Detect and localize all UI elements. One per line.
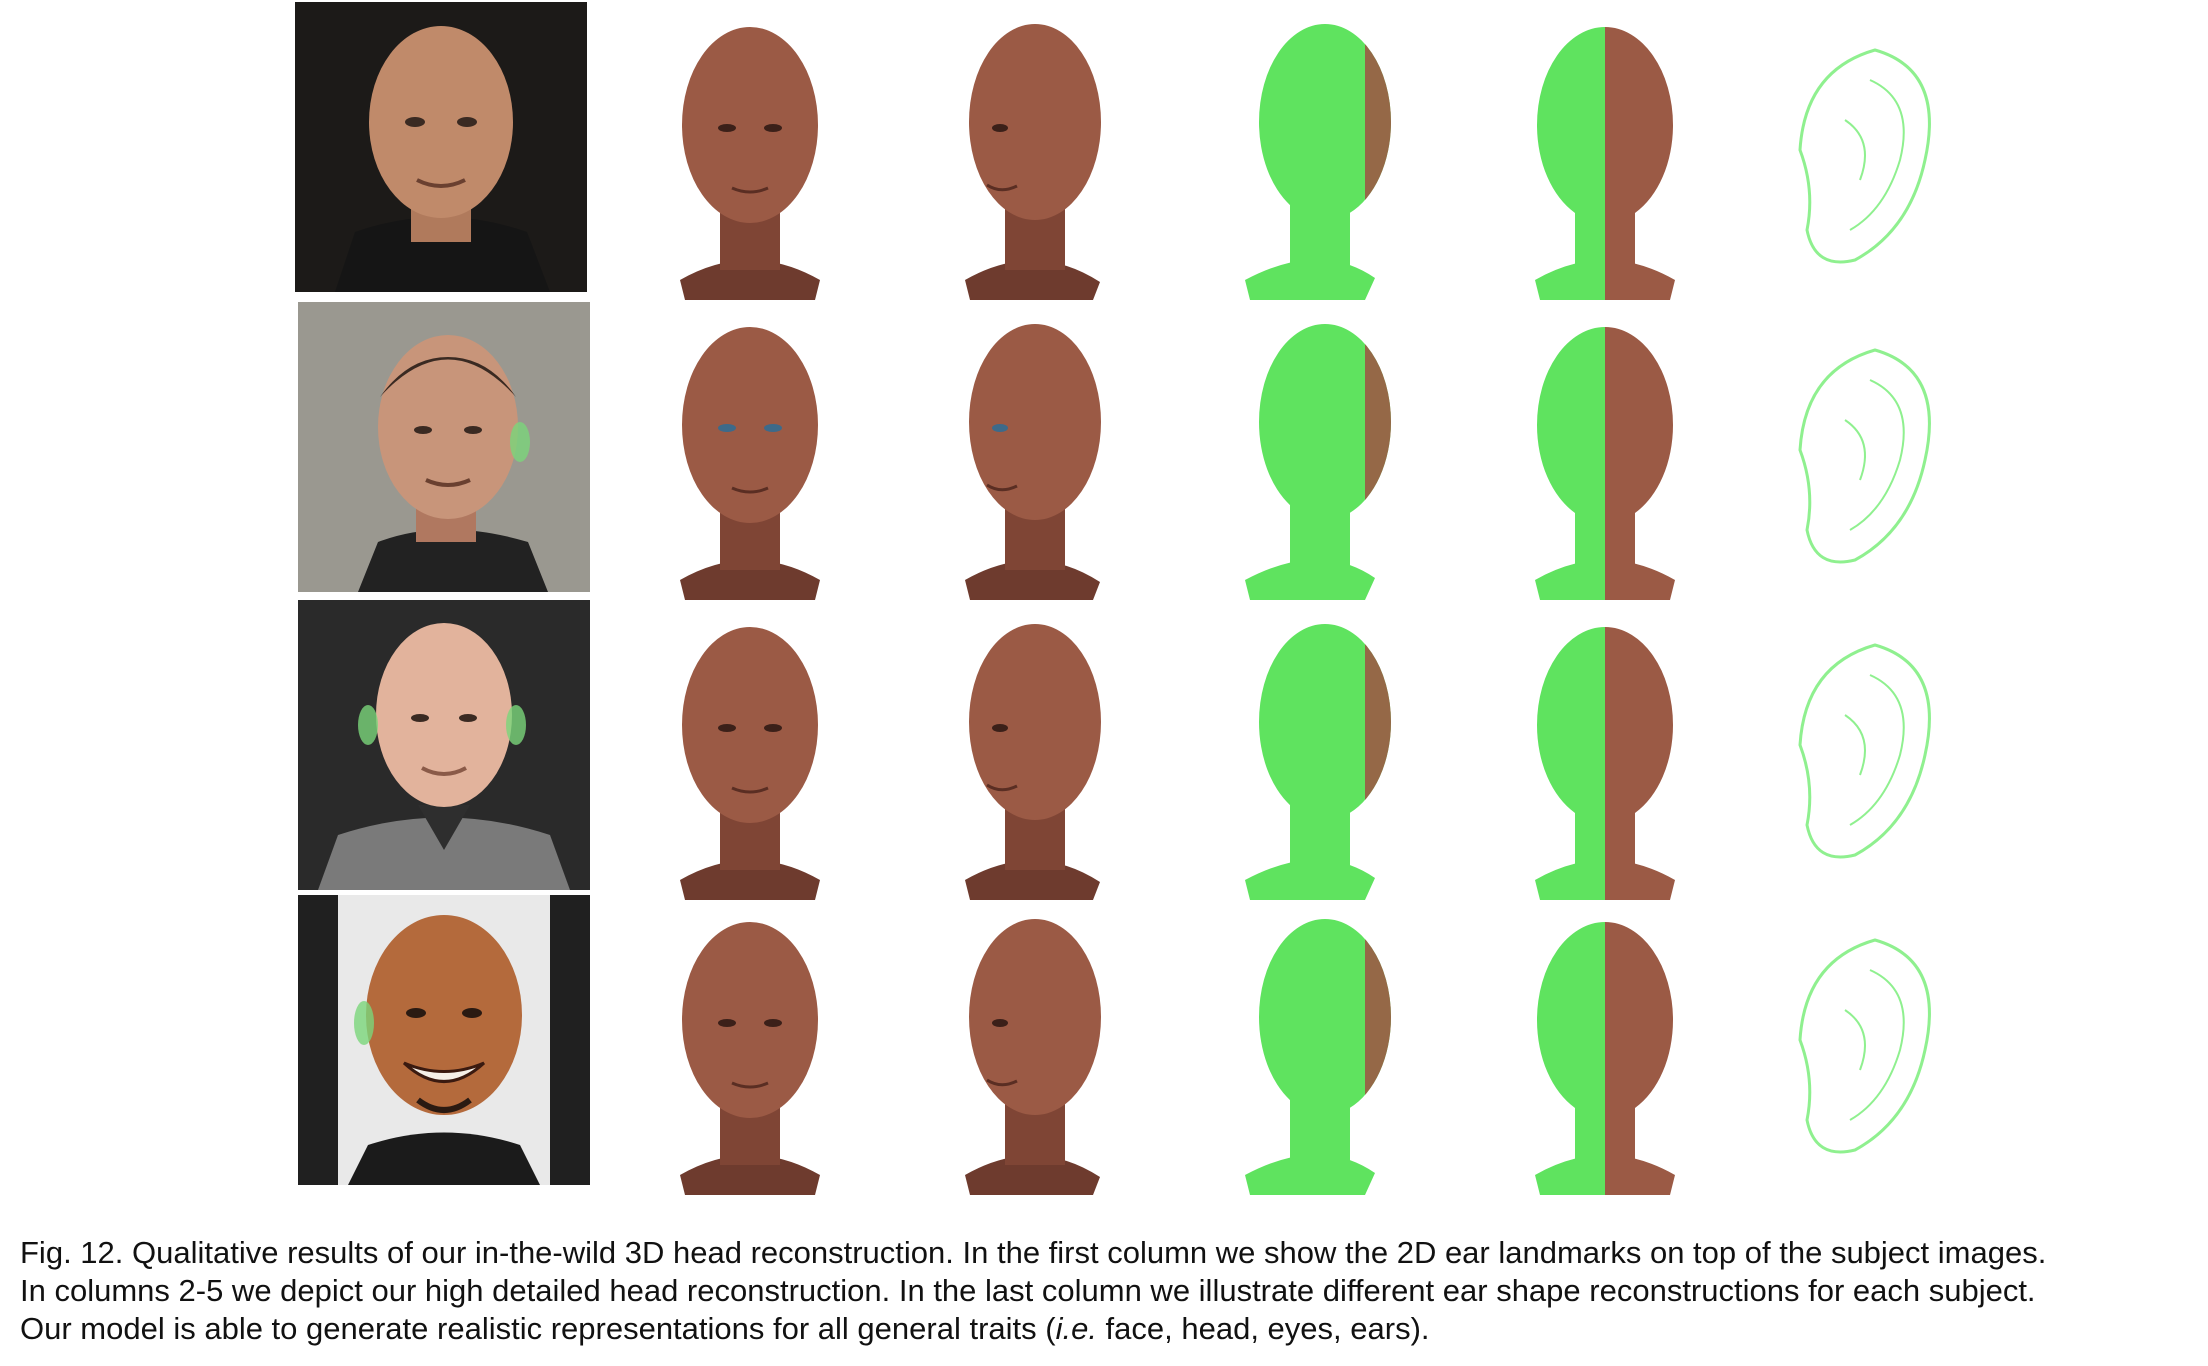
figure-grid [0,0,2208,1195]
head-render-frontal-1 [650,10,850,300]
head-render-frontal-2 [650,310,850,600]
head-overlay-frontal-2 [1505,310,1705,600]
ear-mesh-2 [1745,330,1945,620]
caption-line-2: In columns 2-5 we depict our high detail… [20,1273,2036,1308]
subject-photo-3 [298,600,590,890]
figure-caption: Fig. 12. Qualitative results of our in-t… [20,1234,2190,1348]
ear-mesh-1 [1745,30,1945,320]
head-overlay-side-2 [1215,310,1415,600]
caption-line-1: Fig. 12. Qualitative results of our in-t… [20,1235,2047,1270]
caption-line-3: Our model is able to generate realistic … [20,1310,2190,1348]
head-overlay-frontal-1 [1505,10,1705,300]
caption-line-3-post: face, head, eyes, ears). [1096,1311,1430,1346]
caption-line-3-pre: Our model is able to generate realistic … [20,1311,1056,1346]
head-overlay-side-3 [1215,610,1415,900]
head-render-side-4 [925,905,1125,1195]
ear-mesh-3 [1745,625,1945,915]
head-overlay-side-1 [1215,10,1415,300]
subject-photo-2 [298,302,590,592]
ear-mesh-4 [1745,920,1945,1210]
head-overlay-frontal-4 [1505,905,1705,1195]
head-render-frontal-4 [650,905,850,1195]
head-render-side-2 [925,310,1125,600]
head-render-frontal-3 [650,610,850,900]
caption-ie: i.e. [1055,1311,1097,1346]
head-overlay-frontal-3 [1505,610,1705,900]
head-render-side-3 [925,610,1125,900]
head-render-side-1 [925,10,1125,300]
subject-photo-1 [295,2,587,292]
head-overlay-side-4 [1215,905,1415,1195]
subject-photo-4 [298,895,590,1185]
